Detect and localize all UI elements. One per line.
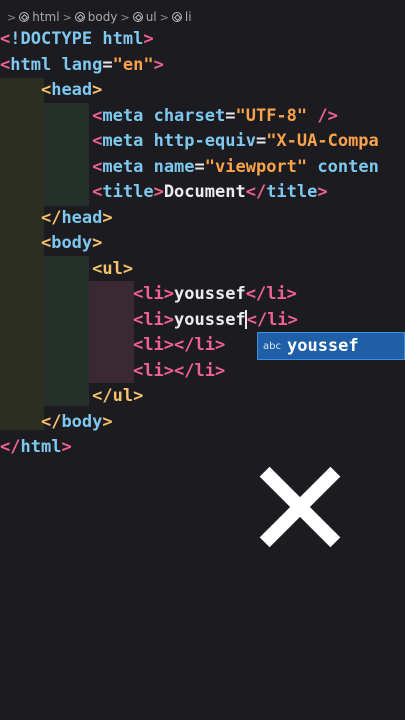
code-line-3: <head> <box>40 80 103 100</box>
breadcrumb-item-li[interactable]: li <box>185 10 192 24</box>
breadcrumb-item-html[interactable]: html <box>32 10 59 24</box>
chevron-right-icon: > <box>159 10 169 24</box>
breadcrumb-item-body[interactable]: body <box>88 10 118 24</box>
element-icon <box>132 12 143 22</box>
code-line-5: <meta http-equiv="X-UA-Compa <box>92 131 379 151</box>
code-line-11: <li>youssef</li> <box>133 284 297 304</box>
code-line-6: <meta name="viewport" conten <box>92 156 379 177</box>
chevron-right-icon: > <box>62 10 72 24</box>
close-x-icon <box>256 462 344 550</box>
breadcrumb-item-ul[interactable]: ul <box>146 10 157 24</box>
text-word-icon: abc <box>263 340 281 352</box>
code-line-17: </html> <box>0 437 72 457</box>
element-icon <box>171 12 182 22</box>
code-line-4: <meta charset="UTF-8" /> <box>92 105 338 126</box>
suggestion-label: youssef <box>286 336 359 356</box>
code-line-7: <title>Document</title> <box>92 182 328 202</box>
code-line-14: <li></li> <box>133 360 226 381</box>
code-line-9: <body> <box>40 233 103 253</box>
code-line-10: <ul> <box>92 258 134 279</box>
code-editor[interactable]: <!DOCTYPE html> <html lang="en"> <head> … <box>0 27 405 461</box>
code-line-16: </body> <box>40 411 113 432</box>
code-line-1: <!DOCTYPE html> <box>0 29 154 49</box>
code-line-15: </ul> <box>92 386 144 406</box>
autocomplete-suggestion[interactable]: abc youssef <box>257 332 405 360</box>
element-icon <box>19 12 30 22</box>
code-line-2: <html lang="en"> <box>0 54 164 75</box>
chevron-right-icon: > <box>7 10 17 24</box>
chevron-right-icon: > <box>120 10 130 24</box>
code-line-12: <li>youssef</li> <box>133 309 298 330</box>
element-icon <box>74 12 85 22</box>
code-line-8: </head> <box>40 207 113 228</box>
